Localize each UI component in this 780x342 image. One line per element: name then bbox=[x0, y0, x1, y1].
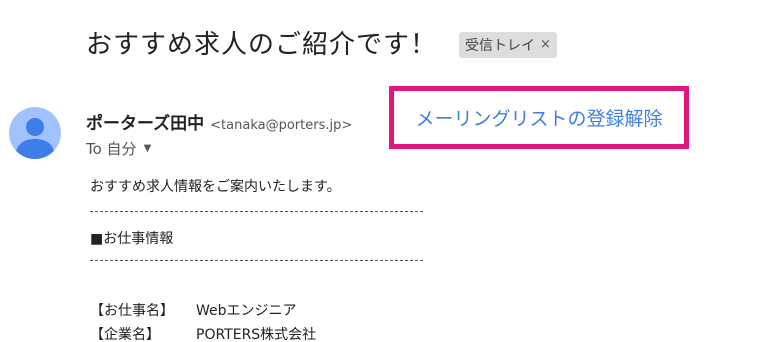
email-view: おすすめ求人のご紹介です！ 受信トレイ × ポーターズ田中 <tanaka@po… bbox=[0, 0, 780, 342]
company-field: 【企業名】 PORTERS株式会社 bbox=[90, 324, 316, 342]
email-subject: おすすめ求人のご紹介です！ bbox=[86, 30, 438, 60]
unsubscribe-highlight-box: メーリングリストの登録解除 bbox=[389, 86, 689, 149]
body-divider bbox=[90, 260, 423, 261]
field-key: 【企業名】 bbox=[90, 327, 160, 342]
field-value: Webエンジニア bbox=[196, 303, 297, 319]
field-key: 【お仕事名】 bbox=[90, 303, 174, 319]
job-title-field: 【お仕事名】 Webエンジニア bbox=[90, 300, 297, 320]
remove-label-icon[interactable]: × bbox=[540, 37, 551, 52]
sender-name[interactable]: ポーターズ田中 bbox=[86, 109, 204, 134]
body-divider bbox=[90, 211, 423, 212]
inbox-label-chip[interactable]: 受信トレイ × bbox=[459, 31, 557, 58]
sender-avatar[interactable] bbox=[9, 107, 61, 159]
field-value: PORTERS株式会社 bbox=[196, 327, 317, 342]
recipient-label: To 自分 bbox=[86, 140, 137, 158]
inbox-label-text: 受信トレイ bbox=[465, 37, 536, 54]
body-intro: おすすめ求人情報をご案内いたします。 bbox=[90, 179, 341, 195]
sender-row: ポーターズ田中 <tanaka@porters.jp> bbox=[86, 109, 352, 134]
section-title: ■お仕事情報 bbox=[90, 231, 174, 247]
recipient-dropdown[interactable]: To 自分 ▼ bbox=[86, 138, 151, 159]
caret-down-icon: ▼ bbox=[143, 143, 152, 154]
sender-email: <tanaka@porters.jp> bbox=[210, 118, 353, 133]
subject-row: おすすめ求人のご紹介です！ 受信トレイ × bbox=[86, 24, 557, 61]
unsubscribe-link[interactable]: メーリングリストの登録解除 bbox=[415, 104, 662, 131]
person-icon bbox=[15, 118, 55, 159]
